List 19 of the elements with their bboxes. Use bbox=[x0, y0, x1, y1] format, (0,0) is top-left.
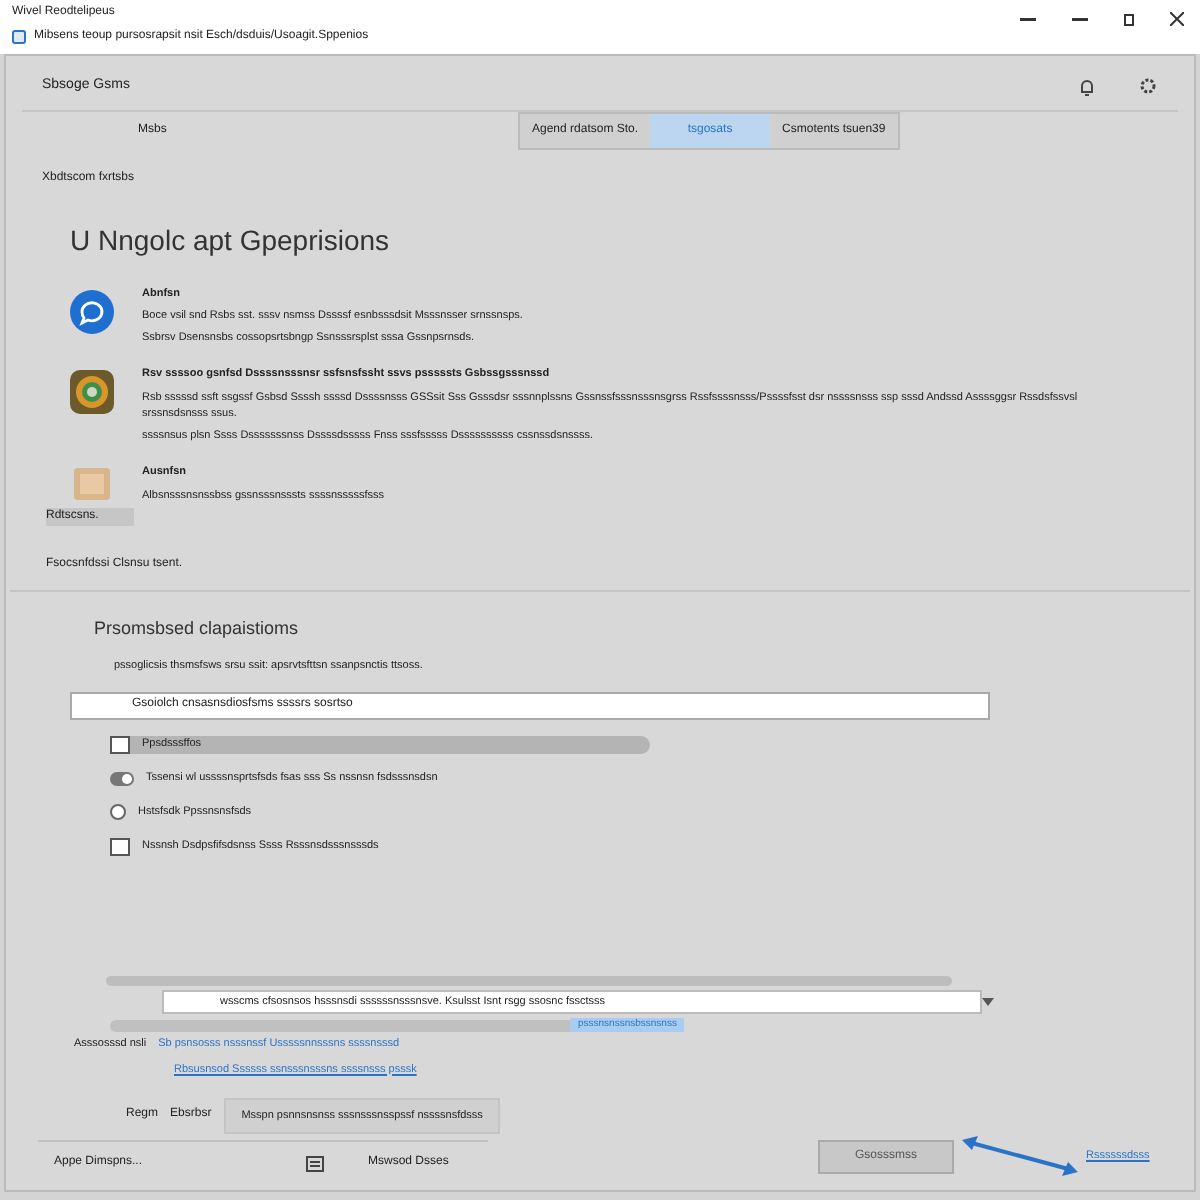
page-heading: U Nngolc apt Gpeprisions bbox=[68, 221, 392, 260]
radio-button[interactable] bbox=[110, 804, 126, 820]
checkbox[interactable] bbox=[110, 837, 130, 855]
toggle[interactable] bbox=[110, 771, 134, 785]
close-icon[interactable] bbox=[1170, 12, 1184, 26]
window-icon bbox=[12, 30, 26, 44]
package-icon bbox=[74, 468, 110, 501]
bell-icon[interactable] bbox=[1080, 77, 1094, 96]
minimize-icon[interactable] bbox=[1072, 17, 1088, 21]
dropdown-icon[interactable] bbox=[982, 997, 994, 1006]
checkbox[interactable] bbox=[110, 735, 130, 753]
section-title: Prsomsbsed clapaistioms bbox=[92, 615, 301, 642]
settings-icon[interactable] bbox=[1138, 76, 1158, 97]
document-icon[interactable] bbox=[306, 1154, 324, 1172]
app-icon bbox=[70, 370, 114, 415]
double-arrow-icon bbox=[958, 1134, 1082, 1178]
minimize-icon[interactable] bbox=[1020, 17, 1036, 21]
maximize-icon[interactable] bbox=[1124, 13, 1134, 25]
chat-icon bbox=[70, 289, 114, 333]
